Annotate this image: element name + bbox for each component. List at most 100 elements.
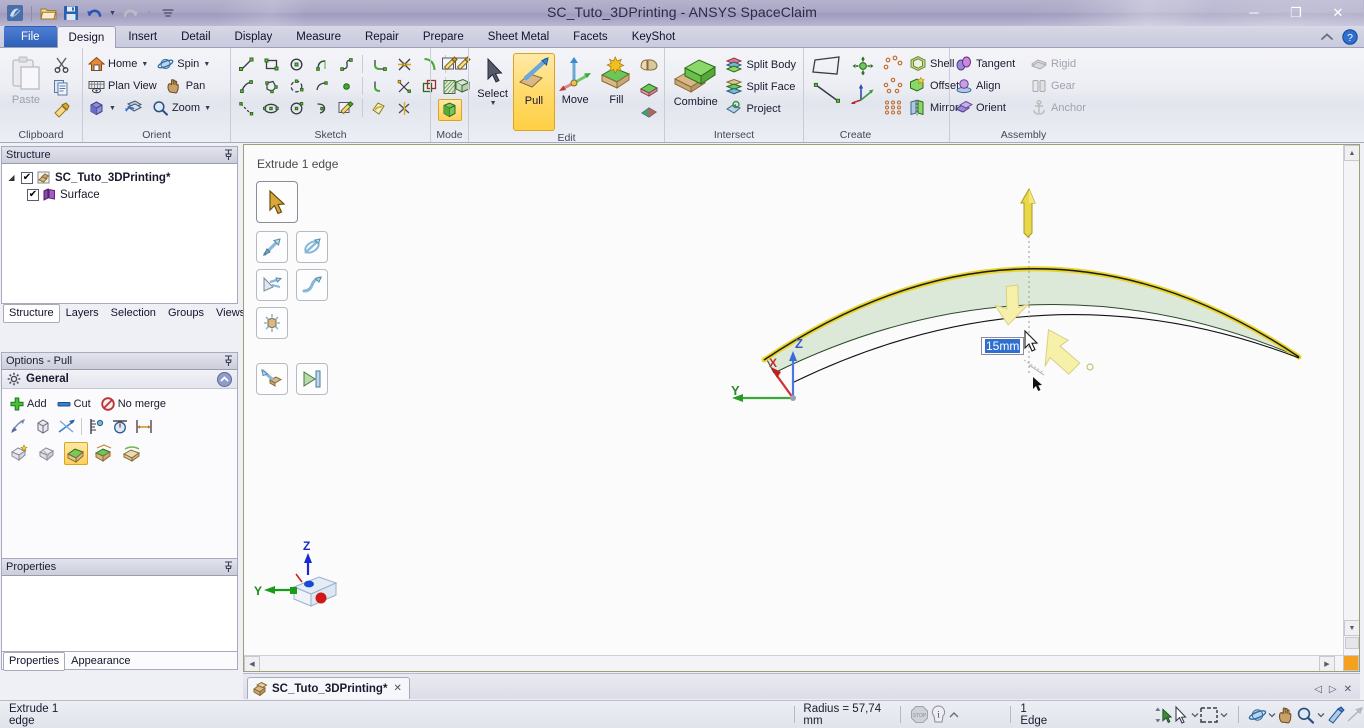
ellipse-tool[interactable] bbox=[259, 97, 283, 119]
tab-repair[interactable]: Repair bbox=[353, 26, 411, 47]
spin-dropdown-caret[interactable]: ▼ bbox=[203, 61, 210, 68]
home-dropdown-caret[interactable]: ▼ bbox=[141, 61, 148, 68]
panel-tab-selection[interactable]: Selection bbox=[105, 304, 162, 323]
cut-button[interactable] bbox=[49, 53, 73, 75]
collapse-ribbon-icon[interactable] bbox=[1320, 31, 1334, 43]
spin-view-caret-icon[interactable] bbox=[1267, 705, 1278, 725]
graphics-viewport[interactable]: Extrude 1 edge bbox=[243, 144, 1360, 672]
blend-faces-button[interactable] bbox=[637, 54, 661, 76]
tab-display[interactable]: Display bbox=[223, 26, 285, 47]
panel-tab-groups[interactable]: Groups bbox=[162, 304, 210, 323]
three-point-circle-tool[interactable] bbox=[284, 75, 308, 97]
section-mode-button[interactable] bbox=[438, 76, 462, 98]
select-mode-caret-icon[interactable] bbox=[1190, 705, 1201, 725]
close-tab-icon[interactable]: ✕ bbox=[1344, 684, 1352, 695]
properties-pin-icon[interactable] bbox=[224, 561, 233, 573]
restore-button[interactable]: ❐ bbox=[1276, 2, 1316, 22]
spline-tool[interactable] bbox=[334, 53, 358, 75]
tab-keyshot[interactable]: KeyShot bbox=[620, 26, 687, 47]
pull-direction-button[interactable] bbox=[8, 416, 30, 437]
full-pull-button[interactable] bbox=[32, 416, 54, 437]
detach-button[interactable] bbox=[36, 442, 60, 465]
document-tab[interactable]: SC_Tuto_3DPrinting* ✕ bbox=[247, 677, 410, 699]
gear-button[interactable]: Gear bbox=[1028, 76, 1079, 97]
scroll-down-button[interactable]: ▼ bbox=[1344, 620, 1360, 636]
redo-icon[interactable] bbox=[121, 3, 141, 23]
viewport-vertical-scrollbar[interactable]: ▲ ▼ bbox=[1343, 145, 1359, 657]
plan-view-button[interactable]: Plan View bbox=[86, 76, 161, 97]
box-select-icon[interactable] bbox=[1200, 705, 1218, 725]
add-option[interactable]: Add bbox=[8, 396, 49, 412]
spin-mode-icon[interactable] bbox=[1152, 705, 1172, 725]
viewport-horizontal-scrollbar[interactable]: ◀ ▶ bbox=[244, 655, 1345, 671]
close-button[interactable]: ✕ bbox=[1318, 2, 1358, 22]
point-tool[interactable] bbox=[334, 75, 358, 97]
tab-measure[interactable]: Measure bbox=[284, 26, 353, 47]
construction-line-tool[interactable] bbox=[234, 75, 258, 97]
tab-detail[interactable]: Detail bbox=[169, 26, 222, 47]
format-painter-button[interactable] bbox=[49, 99, 73, 121]
dimension-input[interactable]: 15mm bbox=[981, 337, 1024, 355]
prev-tab-icon[interactable]: ◁ bbox=[1314, 684, 1322, 695]
axis-button[interactable] bbox=[847, 53, 879, 79]
tangent-arc-tool[interactable] bbox=[367, 53, 391, 75]
view-orientation-button[interactable]: ▼ bbox=[86, 98, 120, 119]
panel-tab-structure[interactable]: Structure bbox=[3, 304, 60, 323]
undo-icon[interactable] bbox=[84, 3, 104, 23]
panel-tab-properties[interactable]: Properties bbox=[3, 652, 65, 671]
zoom-dropdown-caret[interactable]: ▼ bbox=[204, 105, 211, 112]
pin-icon[interactable] bbox=[224, 149, 233, 161]
options-section-general[interactable]: General bbox=[2, 370, 237, 389]
customize-qat-icon[interactable] bbox=[158, 3, 178, 23]
pan-view-icon[interactable] bbox=[1277, 705, 1296, 725]
both-sides-button[interactable] bbox=[56, 416, 78, 437]
project-button[interactable]: Project bbox=[723, 98, 800, 119]
rectangle-tool[interactable] bbox=[259, 53, 283, 75]
paste-button[interactable]: Paste bbox=[3, 53, 49, 106]
viewport-corner-resize[interactable] bbox=[1343, 655, 1359, 671]
help-icon[interactable]: ? bbox=[1342, 29, 1358, 45]
split-body-button[interactable]: Split Body bbox=[723, 54, 800, 75]
project-sketch-tool[interactable] bbox=[367, 97, 391, 119]
cut-option[interactable]: Cut bbox=[55, 396, 93, 412]
sketch-mode-button[interactable] bbox=[438, 53, 462, 75]
vertical-scroll-thumb[interactable] bbox=[1345, 637, 1359, 649]
sketch-point-button[interactable] bbox=[879, 75, 907, 96]
circle-tool[interactable] bbox=[284, 53, 308, 75]
box-select-caret-icon[interactable] bbox=[1218, 705, 1229, 725]
extrude-edge-button[interactable] bbox=[64, 442, 88, 465]
split-curve-tool[interactable] bbox=[392, 75, 416, 97]
stop-icon[interactable]: STOP bbox=[910, 705, 929, 725]
tab-facets[interactable]: Facets bbox=[561, 26, 620, 47]
pull-button[interactable]: Pull bbox=[513, 53, 554, 131]
copy-button[interactable] bbox=[49, 76, 73, 98]
model-3d-scene[interactable]: Z Y X Z Y bbox=[244, 145, 1360, 672]
undo-dropdown-caret[interactable]: ▼ bbox=[107, 3, 118, 23]
scroll-right-button[interactable]: ▶ bbox=[1319, 656, 1335, 672]
spin-button[interactable]: Spin ▼ bbox=[155, 54, 214, 75]
sweep-edge-button[interactable] bbox=[120, 442, 144, 465]
no-merge-option[interactable]: No merge bbox=[99, 396, 168, 412]
tab-file[interactable]: File bbox=[4, 26, 57, 47]
ruler-dimension-button[interactable] bbox=[85, 416, 107, 437]
select-mode-icon[interactable] bbox=[1172, 705, 1190, 725]
status-expand-icon[interactable] bbox=[948, 705, 960, 725]
minimize-button[interactable]: ─ bbox=[1234, 2, 1274, 22]
line-tool[interactable] bbox=[234, 53, 258, 75]
scroll-up-button[interactable]: ▲ bbox=[1344, 145, 1360, 161]
select-dropdown-caret[interactable]: ▼ bbox=[490, 100, 497, 107]
home-button[interactable]: Home ▼ bbox=[86, 54, 152, 75]
scroll-left-button[interactable]: ◀ bbox=[244, 656, 260, 672]
anchor-button[interactable]: Anchor bbox=[1028, 98, 1090, 119]
trim-away-tool[interactable] bbox=[392, 53, 416, 75]
next-tab-icon[interactable]: ▷ bbox=[1329, 684, 1337, 695]
zoom-button[interactable]: Zoom ▼ bbox=[150, 98, 215, 119]
pan-button[interactable]: Pan bbox=[164, 76, 210, 97]
point-button[interactable] bbox=[879, 53, 907, 74]
chevron-up-icon[interactable] bbox=[217, 372, 232, 387]
move-button[interactable]: Move bbox=[555, 53, 596, 106]
align-button[interactable]: Align bbox=[953, 76, 1025, 97]
options-pin-icon[interactable] bbox=[224, 355, 233, 367]
tab-sheet-metal[interactable]: Sheet Metal bbox=[476, 26, 561, 47]
tangent-line-tool[interactable] bbox=[309, 53, 333, 75]
